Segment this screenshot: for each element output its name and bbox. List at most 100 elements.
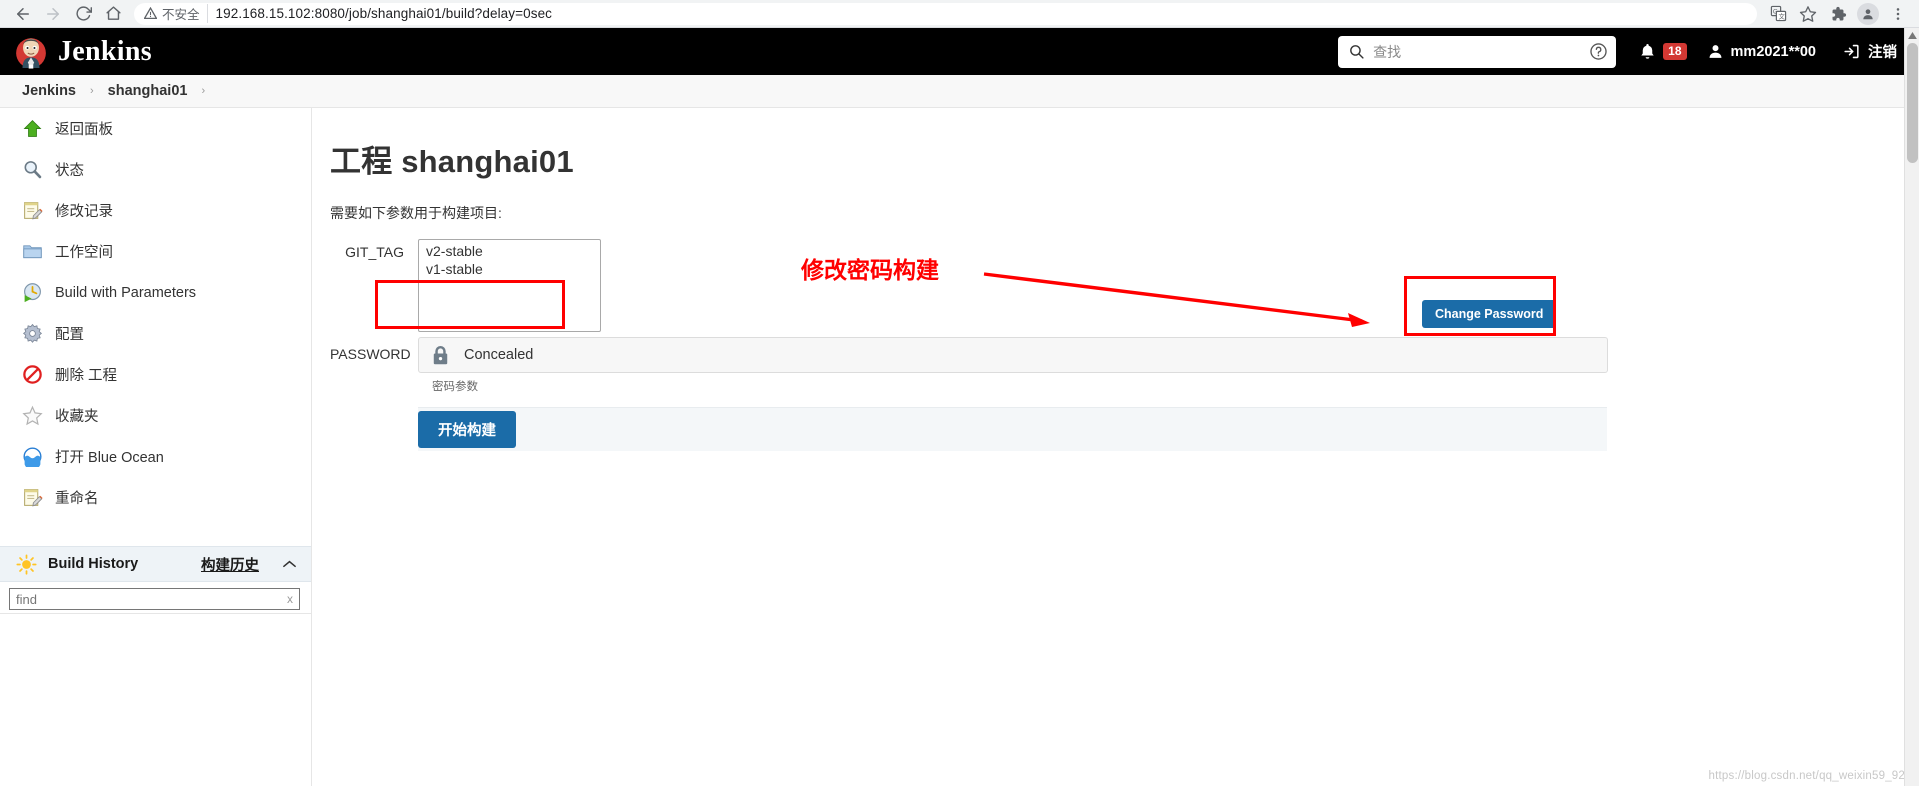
- header-right-cluster: 查找 18 mm2021**00 注销: [1338, 28, 1905, 75]
- git-tag-select[interactable]: v2-stable v1-stable: [418, 239, 601, 332]
- param-label-password: PASSWORD: [330, 346, 411, 362]
- user-icon: [1709, 45, 1721, 58]
- sun-icon: [16, 553, 37, 575]
- security-label: 不安全: [162, 8, 200, 22]
- sidebar-item-label: Build with Parameters: [55, 284, 197, 301]
- browser-toolbar: 不安全 192.168.15.102:8080/job/shanghai01/b…: [0, 0, 1919, 28]
- chevron-right-icon: ›: [90, 85, 94, 97]
- sidebar-item-workspace[interactable]: 工作空间: [0, 231, 311, 272]
- logout-button[interactable]: 注销: [1842, 41, 1897, 62]
- back-arrow-icon[interactable]: [8, 2, 38, 26]
- breadcrumb-item-jenkins[interactable]: Jenkins: [22, 83, 76, 99]
- jenkins-logo-icon: [16, 37, 46, 69]
- git-tag-option-1: v1-stable: [422, 260, 600, 278]
- delete-forbidden-icon: [23, 365, 42, 384]
- home-icon[interactable]: [98, 2, 128, 26]
- sidebar-item-label: 删除 工程: [55, 368, 118, 384]
- password-field[interactable]: Concealed: [418, 337, 1608, 373]
- search-icon: [1350, 45, 1364, 59]
- search-input[interactable]: 查找: [1338, 35, 1617, 68]
- sidebar-item-label: 状态: [55, 163, 84, 179]
- logout-icon: [1844, 44, 1859, 59]
- user-menu-button[interactable]: mm2021**00: [1707, 43, 1816, 60]
- build-history-link[interactable]: 构建历史: [201, 554, 259, 575]
- annotation-note-text: 修改密码构建: [801, 257, 939, 283]
- find-placeholder: find: [16, 591, 37, 607]
- sidebar-item-build-with-parameters[interactable]: Build with Parameters: [0, 272, 311, 313]
- chrome-menu-icon[interactable]: [1885, 2, 1911, 26]
- jenkins-title: Jenkins: [58, 35, 152, 67]
- address-bar[interactable]: 不安全 192.168.15.102:8080/job/shanghai01/b…: [134, 2, 1757, 25]
- build-history-title: Build History: [48, 556, 139, 572]
- password-value: Concealed: [464, 347, 534, 363]
- clear-icon[interactable]: x: [287, 592, 293, 606]
- translate-icon[interactable]: G文: [1765, 2, 1791, 26]
- jenkins-header: Jenkins 查找 18 mm2021**00 注销: [0, 28, 1919, 75]
- chevron-up-icon[interactable]: [282, 557, 297, 572]
- param-field-password: Concealed 密码参数: [418, 337, 1608, 394]
- sidebar-item-label: 修改记录: [55, 204, 113, 220]
- user-name: mm2021**00: [1730, 43, 1816, 60]
- watermark: https://blog.csdn.net/qq_weixin59_92: [1708, 770, 1905, 782]
- up-arrow-icon: [23, 120, 42, 137]
- logout-label: 注销: [1868, 45, 1897, 61]
- sidebar-item-back-to-dashboard[interactable]: 返回面板: [0, 108, 311, 149]
- security-indicator[interactable]: 不安全: [144, 4, 208, 23]
- breadcrumb-item-shanghai01[interactable]: shanghai01: [108, 83, 188, 99]
- sidebar-item-delete-project[interactable]: 删除 工程: [0, 354, 311, 395]
- build-history-header[interactable]: Build History 构建历史: [0, 546, 311, 582]
- sidebar-item-open-blue-ocean[interactable]: 打开 Blue Ocean: [0, 436, 311, 477]
- forward-arrow-icon[interactable]: [38, 2, 68, 26]
- page-body: 返回面板 状态 修改记录 工作空间 Build with Parameters …: [0, 108, 1919, 786]
- magnifier-icon: [24, 161, 42, 179]
- start-build-button[interactable]: 开始构建: [418, 411, 516, 448]
- breadcrumb: Jenkins › shanghai01 ›: [0, 75, 1919, 108]
- svg-text:文: 文: [1778, 11, 1785, 20]
- parameters-intro: 需要如下参数用于构建项目:: [330, 205, 502, 221]
- lock-icon: [433, 345, 448, 364]
- clock-play-icon: [24, 283, 41, 303]
- change-password-button[interactable]: Change Password: [1422, 300, 1557, 328]
- sidebar-item-changes[interactable]: 修改记录: [0, 190, 311, 231]
- avatar: [1857, 2, 1879, 25]
- notification-badge: 18: [1663, 43, 1687, 60]
- param-label-git-tag: GIT_TAG: [345, 244, 404, 260]
- scrollbar-thumb[interactable]: [1907, 43, 1918, 163]
- help-circle-icon[interactable]: [1589, 42, 1608, 61]
- git-tag-option-0: v2-stable: [422, 242, 600, 260]
- page-scrollbar[interactable]: [1904, 28, 1919, 786]
- notepad-pencil-icon: [24, 202, 43, 220]
- notifications-button[interactable]: 18: [1638, 42, 1687, 61]
- extensions-puzzle-icon[interactable]: [1825, 2, 1851, 26]
- param-row-password: PASSWORD Concealed 密码参数: [330, 337, 1919, 394]
- page-title: 工程 shanghai01: [330, 144, 574, 179]
- search-placeholder: 查找: [1373, 43, 1402, 60]
- build-action-bar: 开始构建: [418, 407, 1607, 451]
- chevron-right-icon-2[interactable]: ›: [187, 85, 219, 97]
- blue-ocean-icon: [23, 447, 42, 467]
- jenkins-brand[interactable]: Jenkins: [14, 35, 152, 69]
- sidebar-item-configure[interactable]: 配置: [0, 313, 311, 354]
- sidebar: 返回面板 状态 修改记录 工作空间 Build with Parameters …: [0, 108, 311, 786]
- star-icon: [22, 405, 43, 426]
- sidebar-item-favorites[interactable]: 收藏夹: [0, 395, 311, 436]
- folder-icon: [23, 245, 42, 259]
- sidebar-item-status[interactable]: 状态: [0, 149, 311, 190]
- sidebar-item-label: 打开 Blue Ocean: [55, 450, 164, 466]
- sidebar-divider: [0, 613, 311, 614]
- warning-triangle-icon: [144, 7, 157, 20]
- sidebar-item-label: 工作空间: [55, 245, 113, 261]
- build-history-find-input[interactable]: find x: [9, 588, 300, 610]
- sidebar-item-rename[interactable]: 重命名: [0, 477, 311, 518]
- sidebar-item-label: 配置: [55, 327, 84, 343]
- scroll-up-arrow-icon[interactable]: [1905, 28, 1919, 43]
- bell-icon: [1641, 44, 1654, 59]
- profile-avatar-icon[interactable]: [1855, 2, 1881, 26]
- param-row-git-tag: GIT_TAG v2-stable v1-stable: [330, 239, 1919, 333]
- reload-icon[interactable]: [68, 2, 98, 26]
- sidebar-item-label: 重命名: [55, 491, 99, 507]
- sidebar-item-label: 返回面板: [55, 122, 113, 138]
- gear-icon: [22, 323, 43, 343]
- bookmark-star-icon[interactable]: [1795, 2, 1821, 26]
- notepad-pencil-icon: [24, 489, 43, 507]
